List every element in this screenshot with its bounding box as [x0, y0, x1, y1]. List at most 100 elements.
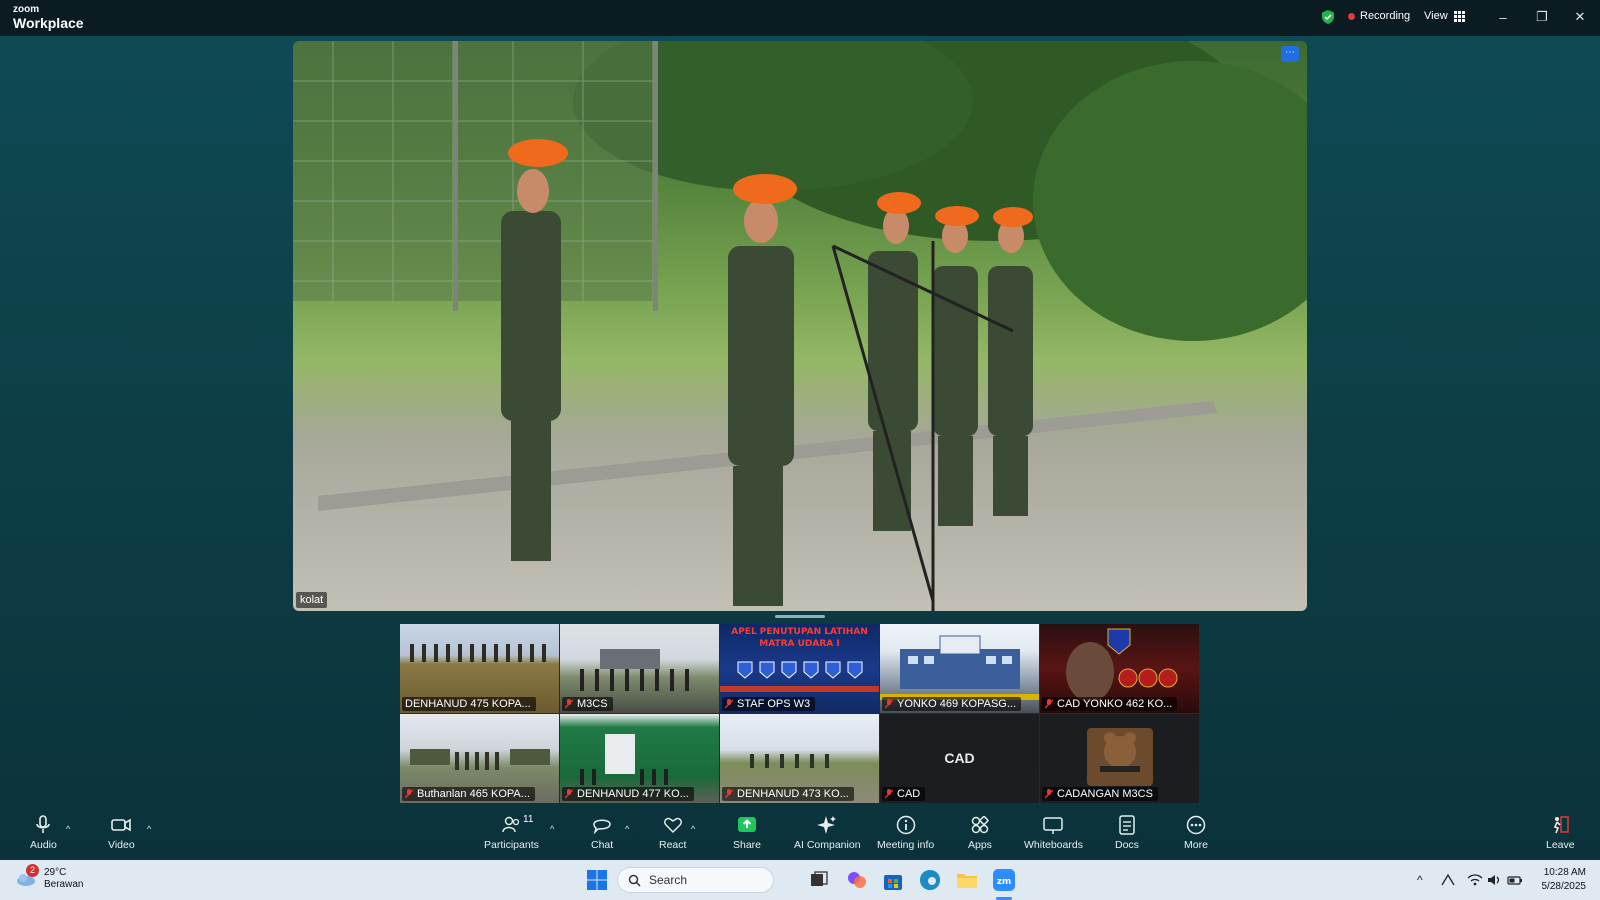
ai-companion-label: AI Companion — [794, 839, 861, 851]
brand-small: zoom — [13, 4, 40, 15]
participants-count: 11 — [523, 814, 534, 825]
participant-name: DENHANUD 477 KO... — [577, 788, 689, 800]
chat-button[interactable]: Chat — [591, 814, 613, 851]
chat-icon — [593, 819, 611, 835]
participant-name-tag: CAD — [882, 787, 926, 801]
close-icon[interactable]: ✕ — [1571, 8, 1589, 26]
more-icon — [1186, 815, 1206, 835]
file-explorer-icon[interactable] — [955, 868, 979, 892]
participant-name: YONKO 469 KOPASG... — [897, 698, 1017, 710]
main-video-label: kolat — [296, 592, 328, 608]
taskbar-clock[interactable]: 10:28 AM 5/28/2025 — [1542, 866, 1587, 894]
wifi-icon[interactable] — [1467, 873, 1483, 887]
participant-tile[interactable]: DENHANUD 477 KO... — [560, 714, 719, 803]
share-button[interactable]: Share — [733, 814, 761, 851]
restore-icon[interactable]: ❐ — [1533, 8, 1551, 26]
participants-options-chevron-icon[interactable]: ^ — [550, 824, 554, 834]
react-label: React — [659, 839, 687, 851]
participant-tile[interactable]: CAD YONKO 462 KO... — [1040, 624, 1199, 713]
participant-name: CADANGAN M3CS — [1057, 788, 1153, 800]
windows-start-icon[interactable] — [585, 868, 609, 892]
clock-date: 5/28/2025 — [1541, 881, 1587, 892]
participants-label: Participants — [484, 839, 539, 851]
participant-name: DENHANUD 475 KOPA... — [405, 698, 531, 710]
video-options-chevron-icon[interactable]: ^ — [147, 824, 151, 834]
participant-name: Buthanlan 465 KOPA... — [417, 788, 530, 800]
participant-name-tag: YONKO 469 KOPASG... — [882, 697, 1022, 711]
edge-browser-icon[interactable] — [918, 868, 942, 892]
ai-companion-button[interactable]: AI Companion — [794, 814, 861, 851]
leave-label: Leave — [1546, 839, 1575, 851]
audio-options-chevron-icon[interactable]: ^ — [66, 824, 70, 834]
view-button[interactable]: View — [1424, 10, 1465, 22]
video-scene — [293, 41, 1307, 611]
encryption-shield-icon[interactable] — [1320, 9, 1336, 25]
copilot-icon[interactable] — [845, 868, 869, 892]
gallery-resize-handle[interactable] — [775, 615, 825, 618]
chat-options-chevron-icon[interactable]: ^ — [625, 824, 629, 834]
title-bar: zoom Workplace Recording View – ❐ ✕ — [0, 0, 1600, 36]
participant-name-tag: M3CS — [562, 697, 613, 711]
participant-name: M3CS — [577, 698, 608, 710]
main-video[interactable]: ⋯ kolat — [293, 41, 1307, 611]
volume-icon[interactable] — [1487, 873, 1503, 887]
participant-tile[interactable]: DENHANUD 473 KO... — [720, 714, 879, 803]
participant-name: CAD YONKO 462 KO... — [1057, 698, 1173, 710]
participant-tile[interactable]: M3CS — [560, 624, 719, 713]
share-label: Share — [733, 839, 762, 851]
apps-label: Apps — [968, 839, 992, 851]
apps-icon — [971, 815, 989, 834]
taskbar-search[interactable]: Search — [617, 867, 774, 893]
participant-tile[interactable]: Buthanlan 465 KOPA... — [400, 714, 559, 803]
participant-name-tag: CAD YONKO 462 KO... — [1042, 697, 1178, 711]
react-options-chevron-icon[interactable]: ^ — [691, 824, 695, 834]
meeting-info-button[interactable]: Meeting info — [877, 814, 934, 851]
battery-icon[interactable] — [1507, 873, 1523, 887]
participant-tile[interactable]: YONKO 469 KOPASG... — [880, 624, 1039, 713]
react-button[interactable]: React — [659, 814, 686, 851]
recording-indicator[interactable]: Recording — [1348, 10, 1410, 22]
participants-icon — [502, 816, 520, 833]
document-icon — [1119, 815, 1135, 835]
mic-muted-icon — [1045, 699, 1053, 709]
participant-name-tag: STAF OPS W3 — [722, 697, 816, 711]
leave-button[interactable]: Leave — [1546, 814, 1575, 851]
chat-label: Chat — [591, 839, 614, 851]
participant-tile[interactable]: CADANGAN M3CS — [1040, 714, 1199, 803]
participant-tile[interactable]: CAD CAD — [880, 714, 1039, 803]
windows-taskbar: 2 29°C Berawan Search zm ^ 10:28 AM 5/28… — [0, 860, 1600, 900]
show-hidden-icons-chevron-icon[interactable]: ^ — [1417, 873, 1423, 887]
mic-muted-icon — [565, 789, 573, 799]
heart-icon — [663, 817, 682, 834]
participant-name-tag: DENHANUD 477 KO... — [562, 787, 694, 801]
search-placeholder: Search — [649, 873, 688, 887]
video-options-button[interactable]: ⋯ — [1281, 46, 1299, 62]
whiteboards-button[interactable]: Whiteboards — [1024, 814, 1083, 851]
mic-muted-icon — [1045, 789, 1053, 799]
microphone-icon — [36, 815, 51, 833]
participant-tile[interactable]: DENHANUD 475 KOPA... — [400, 624, 559, 713]
more-button[interactable]: More — [1184, 814, 1208, 851]
whiteboard-icon — [1043, 817, 1064, 834]
store-icon[interactable] — [881, 868, 905, 892]
task-view-icon[interactable] — [807, 868, 831, 892]
participant-initials: CAD — [944, 750, 975, 766]
mic-muted-icon — [405, 789, 413, 799]
participant-tile[interactable]: APEL PENUTUPAN LATIHAN MATRA UDARA I STA… — [720, 624, 879, 713]
zoom-app-icon[interactable]: zm — [992, 868, 1016, 892]
more-label: More — [1184, 839, 1208, 851]
minimize-icon[interactable]: – — [1494, 8, 1512, 26]
audio-label: Audio — [30, 839, 57, 851]
audio-button[interactable]: Audio — [30, 814, 57, 851]
svg-text:zm: zm — [997, 877, 1012, 887]
participant-name: DENHANUD 473 KO... — [737, 788, 849, 800]
weather-widget[interactable]: 2 29°C Berawan — [14, 864, 83, 891]
weather-badge: 2 — [26, 864, 39, 877]
meeting-info-label: Meeting info — [877, 839, 935, 851]
leave-door-icon — [1554, 816, 1570, 834]
apps-button[interactable]: Apps — [968, 814, 992, 851]
banner-line1: APEL PENUTUPAN LATIHAN — [731, 627, 868, 637]
language-icon[interactable] — [1440, 873, 1458, 887]
docs-button[interactable]: Docs — [1115, 814, 1139, 851]
video-button[interactable]: Video — [108, 814, 135, 851]
